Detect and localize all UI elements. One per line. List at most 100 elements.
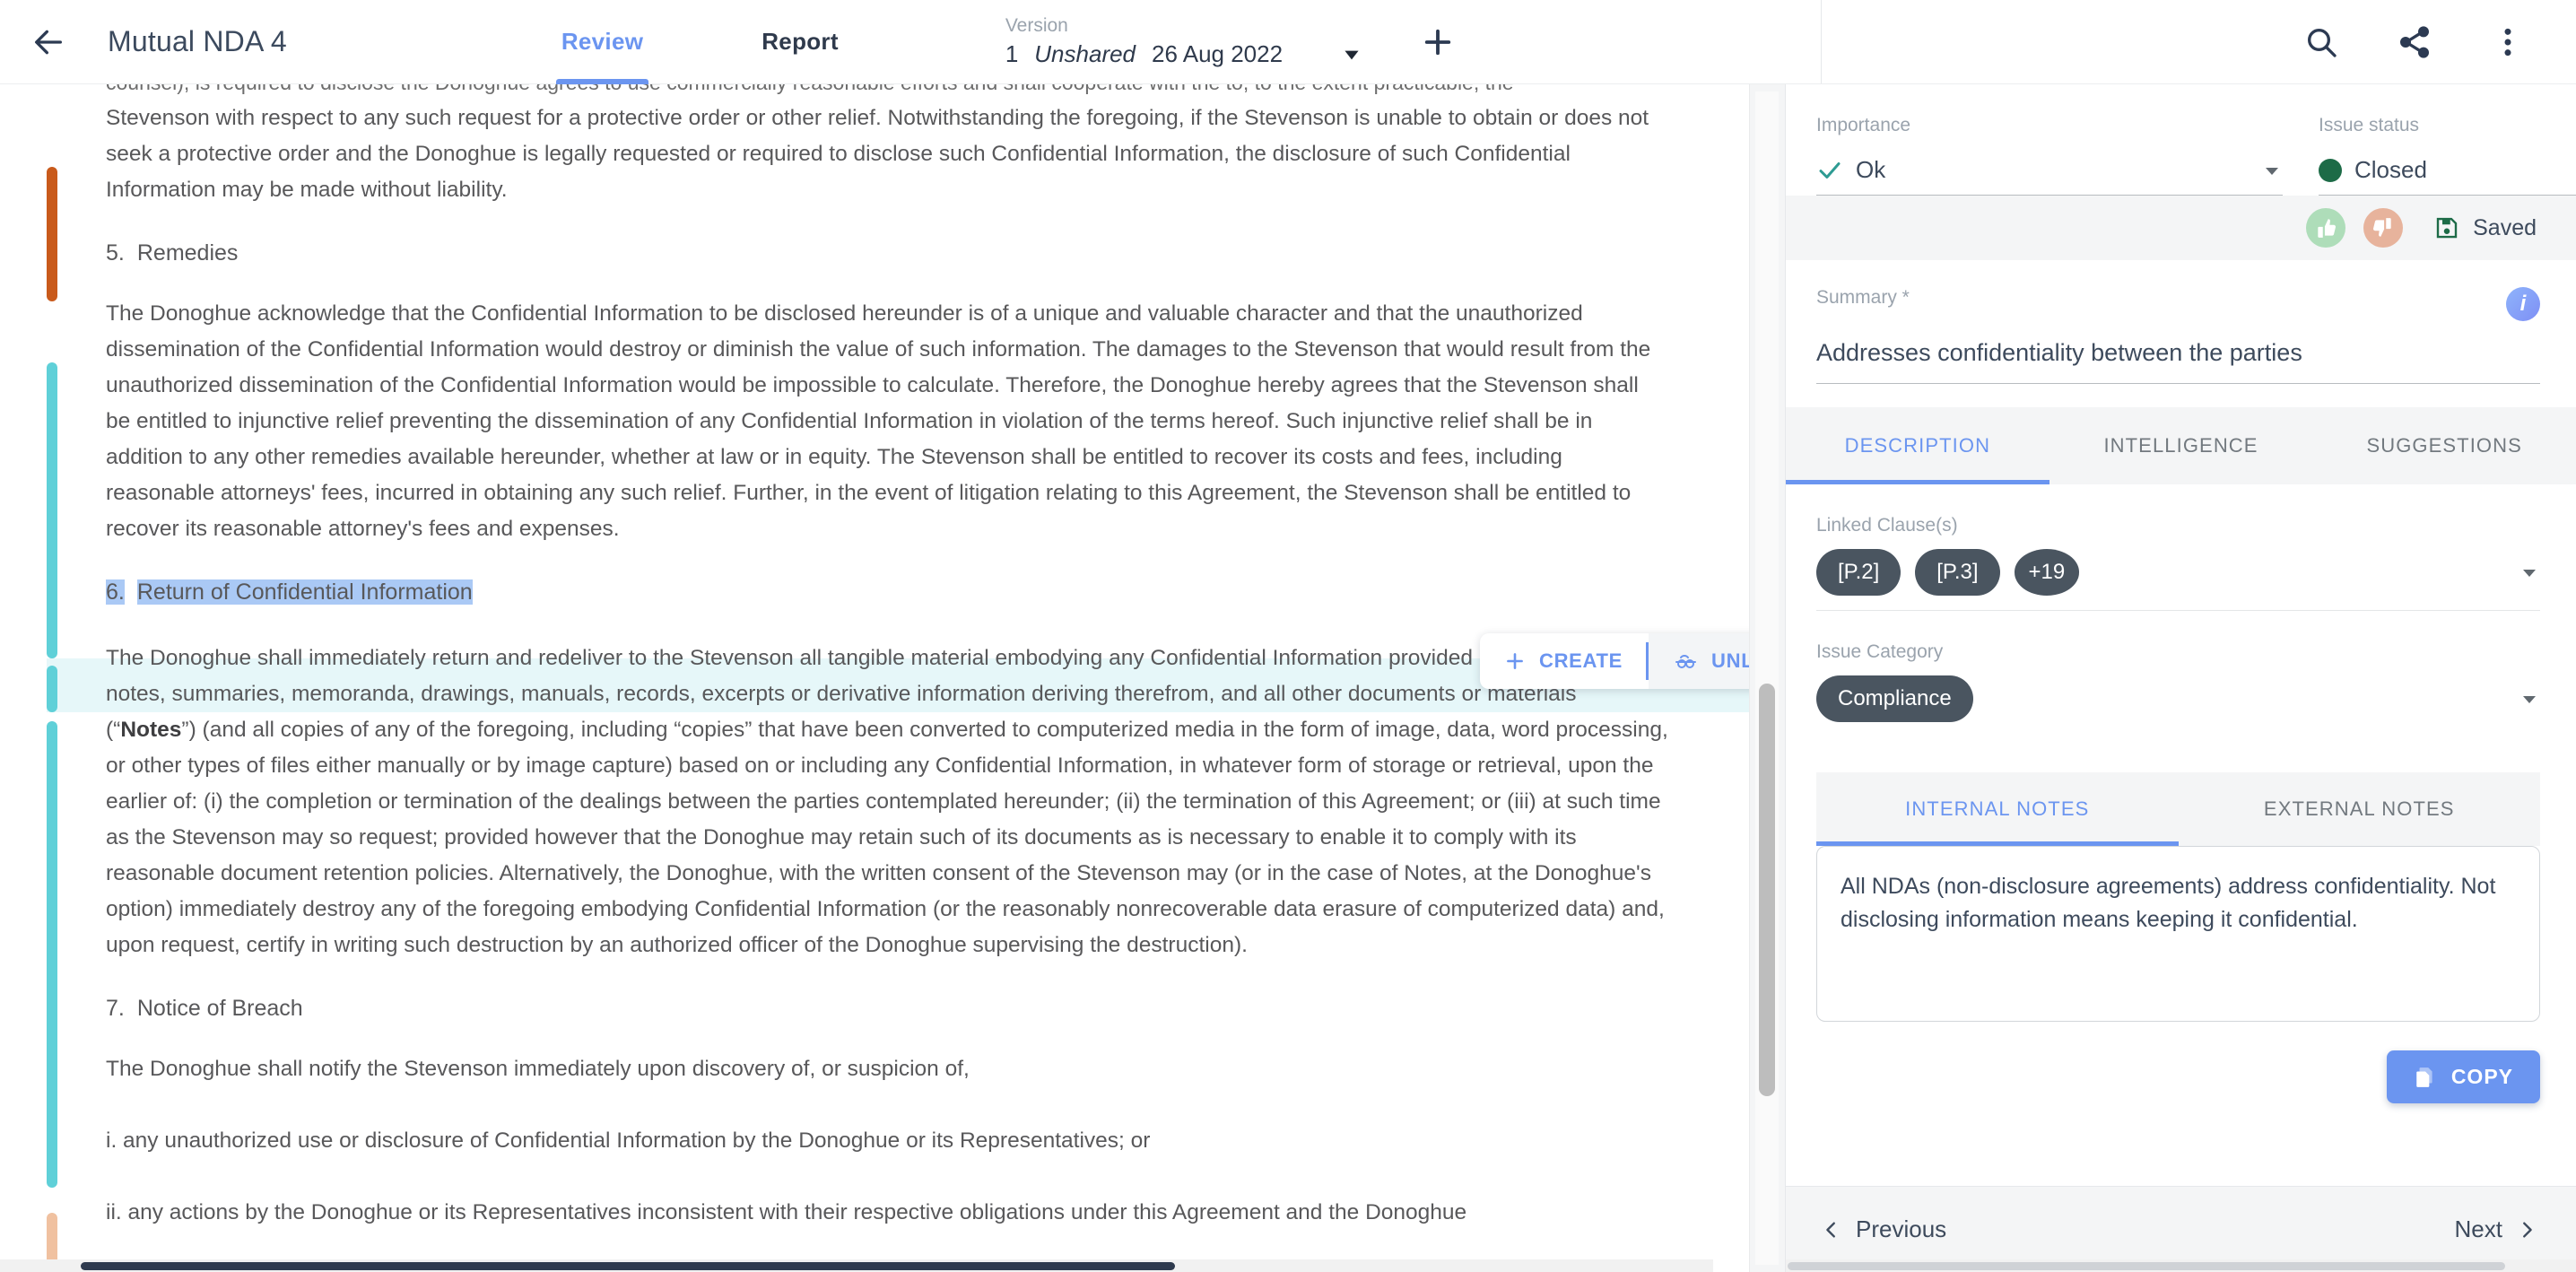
- linked-clause-chip[interactable]: [P.3]: [1915, 549, 2000, 596]
- paragraph-6: The Donoghue shall immediately return an…: [106, 640, 1668, 963]
- heading-7-text: Notice of Breach: [136, 996, 303, 1021]
- document-title: Mutual NDA 4: [108, 25, 287, 57]
- version-label: Version: [1005, 15, 1068, 36]
- heading-7-number: 7.: [106, 996, 125, 1021]
- paragraph-4-continuation: Stevenson with respect to any such reque…: [106, 106, 1649, 202]
- feedback-save-strip: Saved: [1786, 196, 2576, 260]
- unlink-icon: [1672, 649, 1699, 673]
- copy-icon: [2414, 1066, 2437, 1089]
- document-pane: counsel), is required to disclose the Do…: [0, 84, 1785, 1272]
- issue-detail-panel: Importance Ok Issue status Closed Saved …: [1785, 84, 2576, 1272]
- info-icon[interactable]: i: [2506, 287, 2540, 321]
- document-vertical-scroll-thumb[interactable]: [1759, 684, 1775, 1096]
- previous-label: Previous: [1856, 1215, 1947, 1242]
- paragraph-6-bold-term: Notes: [120, 718, 182, 742]
- tab-intelligence[interactable]: INTELLIGENCE: [2049, 407, 2313, 484]
- panel-horizontal-scrollbar[interactable]: [1786, 1259, 2576, 1272]
- add-version-button[interactable]: [1413, 17, 1463, 67]
- thumb-down-icon[interactable]: [2363, 208, 2404, 248]
- clause-actions-popover: CREATE UNLINK: [1480, 633, 1749, 689]
- search-icon[interactable]: [2300, 21, 2343, 64]
- share-icon[interactable]: [2393, 21, 2436, 64]
- linked-clause-overflow-chip[interactable]: +19: [2014, 549, 2080, 596]
- issue-category-group: Issue Category Compliance: [1816, 641, 2540, 736]
- tab-description[interactable]: DESCRIPTION: [1786, 407, 2049, 484]
- top-bar: Mutual NDA 4 Review Report Version 1 Uns…: [0, 0, 2576, 84]
- chevron-left-icon: [1822, 1218, 1841, 1242]
- paragraph-5: The Donoghue acknowledge that the Confid…: [106, 301, 1651, 541]
- document-vertical-scrollbar[interactable]: [1755, 91, 1779, 1265]
- issue-status-select[interactable]: Closed: [2319, 149, 2576, 196]
- version-shared-state: Unshared: [1034, 40, 1136, 67]
- issue-status-label: Issue status: [2319, 115, 2420, 135]
- tab-review[interactable]: Review: [555, 0, 649, 84]
- panel-content: Linked Clause(s) [P.2] [P.3] +19 Issue C…: [1786, 484, 2576, 1186]
- linked-clauses-label: Linked Clause(s): [1816, 515, 1958, 536]
- paragraph-7-item-ii: ii. any actions by the Donoghue or its R…: [106, 1200, 1467, 1224]
- heading-6-number: 6.: [106, 579, 125, 605]
- previous-button[interactable]: Previous: [1822, 1215, 1946, 1243]
- internal-notes-textarea[interactable]: All NDAs (non-disclosure agreements) add…: [1816, 846, 2540, 1022]
- copy-button[interactable]: COPY: [2386, 1050, 2540, 1103]
- chevron-down-icon[interactable]: [2261, 160, 2283, 181]
- summary-header: Summary * i: [1816, 287, 2540, 321]
- tab-report[interactable]: Report: [756, 0, 844, 84]
- more-vertical-icon[interactable]: [2486, 21, 2529, 64]
- panel-tabs: DESCRIPTION INTELLIGENCE SUGGESTIONS: [1786, 407, 2576, 484]
- app-root: Mutual NDA 4 Review Report Version 1 Uns…: [0, 0, 2576, 1272]
- arrow-left-icon: [30, 24, 66, 60]
- issue-status-field: Issue status Closed: [2319, 115, 2576, 196]
- linked-clauses-chips[interactable]: [P.2] [P.3] +19: [1816, 549, 2540, 611]
- unlink-label: UNLINK: [1711, 649, 1749, 672]
- saved-label: Saved: [2473, 214, 2537, 240]
- topbar-divider: [1821, 0, 1822, 83]
- document-sheet: counsel), is required to disclose the Do…: [0, 84, 1749, 1272]
- summary-label: Summary *: [1816, 287, 1910, 308]
- status-dot-icon: [2319, 158, 2342, 182]
- heading-5-text: Remedies: [136, 240, 239, 266]
- version-number: 1: [1005, 40, 1019, 67]
- document-horizontal-scroll-thumb[interactable]: [81, 1262, 1175, 1270]
- issue-category-chips[interactable]: Compliance: [1816, 675, 2540, 736]
- unlink-button[interactable]: UNLINK: [1649, 633, 1749, 689]
- next-button[interactable]: Next: [2455, 1215, 2537, 1243]
- clipped-line-text: counsel), is required to disclose the Do…: [106, 84, 1668, 100]
- create-label: CREATE: [1539, 649, 1623, 672]
- summary-input[interactable]: Addresses confidentiality between the pa…: [1816, 339, 2540, 384]
- tab-suggestions[interactable]: SUGGESTIONS: [2312, 407, 2576, 484]
- saved-indicator[interactable]: Saved: [2433, 214, 2537, 241]
- back-button[interactable]: [22, 15, 75, 69]
- linked-clauses-group: Linked Clause(s) [P.2] [P.3] +19: [1816, 515, 2540, 611]
- document-horizontal-scrollbar[interactable]: [0, 1259, 1713, 1272]
- main-tabs: Review Report: [555, 0, 844, 84]
- heading-6[interactable]: 6. Return of Confidential Information: [106, 574, 1668, 610]
- importance-select[interactable]: Ok: [1816, 149, 2283, 196]
- version-selector[interactable]: Version 1 Unshared 26 Aug 2022: [1005, 15, 1391, 68]
- issue-category-chip[interactable]: Compliance: [1816, 675, 1973, 722]
- tab-internal-notes[interactable]: INTERNAL NOTES: [1816, 772, 2179, 846]
- plus-icon: [1503, 649, 1527, 673]
- tab-external-notes[interactable]: EXTERNAL NOTES: [2179, 772, 2541, 846]
- chevron-down-icon[interactable]: [2519, 688, 2540, 710]
- version-date: 26 Aug 2022: [1152, 40, 1284, 67]
- topbar-actions: [2300, 21, 2529, 64]
- panel-horizontal-scroll-thumb[interactable]: [1788, 1262, 2505, 1270]
- chevron-down-icon[interactable]: [2519, 562, 2540, 583]
- chevron-right-icon: [2517, 1218, 2537, 1242]
- check-icon: [1816, 157, 1843, 184]
- paragraph-7: The Donoghue shall notify the Stevenson …: [106, 1057, 970, 1081]
- save-icon: [2433, 214, 2460, 241]
- paragraph-6-part2: ”) (and all copies of any of the foregoi…: [106, 718, 1668, 957]
- linked-clause-chip[interactable]: [P.2]: [1816, 549, 1902, 596]
- importance-label: Importance: [1816, 115, 1911, 135]
- importance-value: Ok: [1856, 156, 1886, 183]
- plus-icon: [1419, 23, 1457, 61]
- panel-top-fields: Importance Ok Issue status Closed: [1786, 84, 2576, 196]
- issue-status-value: Closed: [2354, 156, 2427, 183]
- issue-category-label: Issue Category: [1816, 641, 1944, 662]
- importance-field: Importance Ok: [1816, 115, 2283, 196]
- chevron-down-icon[interactable]: [1340, 43, 1363, 66]
- create-button[interactable]: CREATE: [1480, 633, 1646, 689]
- thumb-up-icon[interactable]: [2306, 208, 2346, 248]
- heading-5-number: 5.: [106, 240, 125, 266]
